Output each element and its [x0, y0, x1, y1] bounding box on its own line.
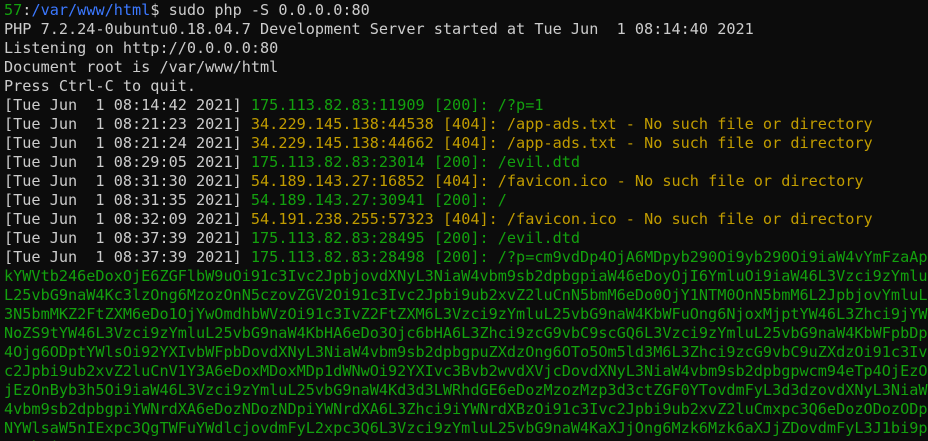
server-output-line: Document root is /var/www/html — [4, 58, 279, 76]
log-timestamp: [Tue Jun 1 08:29:05 2021] — [4, 153, 251, 171]
server-output-line: Press Ctrl-C to quit. — [4, 77, 197, 95]
log-timestamp: [Tue Jun 1 08:14:42 2021] — [4, 96, 251, 114]
log-message: 175.113.82.83:28495 [200]: /evil.dtd — [250, 229, 581, 247]
log-line: [Tue Jun 1 08:14:42 2021] 175.113.82.83:… — [4, 96, 928, 115]
log-message-payload: 175.113.82.83:28498 [200]: /?p=cm9vdDp4O… — [4, 248, 928, 441]
log-line: [Tue Jun 1 08:37:39 2021] 175.113.82.83:… — [4, 229, 928, 248]
log-line-wrapped: [Tue Jun 1 08:37:39 2021] 175.113.82.83:… — [4, 248, 928, 441]
log-line: [Tue Jun 1 08:31:30 2021] 54.189.143.27:… — [4, 172, 928, 191]
log-timestamp: [Tue Jun 1 08:37:39 2021] — [4, 229, 251, 247]
log-timestamp: [Tue Jun 1 08:31:30 2021] — [4, 172, 251, 190]
log-timestamp: [Tue Jun 1 08:21:24 2021] — [4, 134, 251, 152]
prompt-line: 57:/var/www/html$ sudo php -S 0.0.0.0:80 — [4, 1, 928, 20]
log-message: 175.113.82.83:23014 [200]: /evil.dtd — [250, 153, 581, 171]
log-timestamp: [Tue Jun 1 08:31:35 2021] — [4, 191, 251, 209]
log-message: 34.229.145.138:44662 [404]: /app-ads.txt… — [250, 134, 873, 152]
log-timestamp: [Tue Jun 1 08:21:23 2021] — [4, 115, 251, 133]
prompt-symbol: $ — [150, 1, 169, 19]
prompt-command: sudo php -S 0.0.0.0:80 — [168, 1, 370, 19]
log-message: 175.113.82.83:11909 [200]: /?p=1 — [250, 96, 544, 114]
terminal-window[interactable]: 57:/var/www/html$ sudo php -S 0.0.0.0:80… — [0, 0, 928, 441]
server-output-line: Listening on http://0.0.0.0:80 — [4, 39, 279, 57]
log-line: [Tue Jun 1 08:31:35 2021] 54.189.143.27:… — [4, 191, 928, 210]
log-line: [Tue Jun 1 08:21:23 2021] 34.229.145.138… — [4, 115, 928, 134]
log-timestamp: [Tue Jun 1 08:37:39 2021] — [4, 248, 251, 266]
prompt-path: /var/www/html — [31, 1, 151, 19]
log-message: 54.191.238.255:57323 [404]: /favicon.ico… — [250, 210, 873, 228]
log-line: [Tue Jun 1 08:32:09 2021] 54.191.238.255… — [4, 210, 928, 229]
log-message: 34.229.145.138:44538 [404]: /app-ads.txt… — [250, 115, 873, 133]
prompt-code: 57 — [4, 1, 23, 19]
log-timestamp: [Tue Jun 1 08:32:09 2021] — [4, 210, 251, 228]
log-line: [Tue Jun 1 08:21:24 2021] 34.229.145.138… — [4, 134, 928, 153]
log-line: [Tue Jun 1 08:29:05 2021] 175.113.82.83:… — [4, 153, 928, 172]
log-message: 54.189.143.27:30941 [200]: / — [250, 191, 507, 209]
server-output-line: PHP 7.2.24-0ubuntu0.18.04.7 Development … — [4, 20, 754, 38]
log-message: 54.189.143.27:16852 [404]: /favicon.ico … — [250, 172, 864, 190]
